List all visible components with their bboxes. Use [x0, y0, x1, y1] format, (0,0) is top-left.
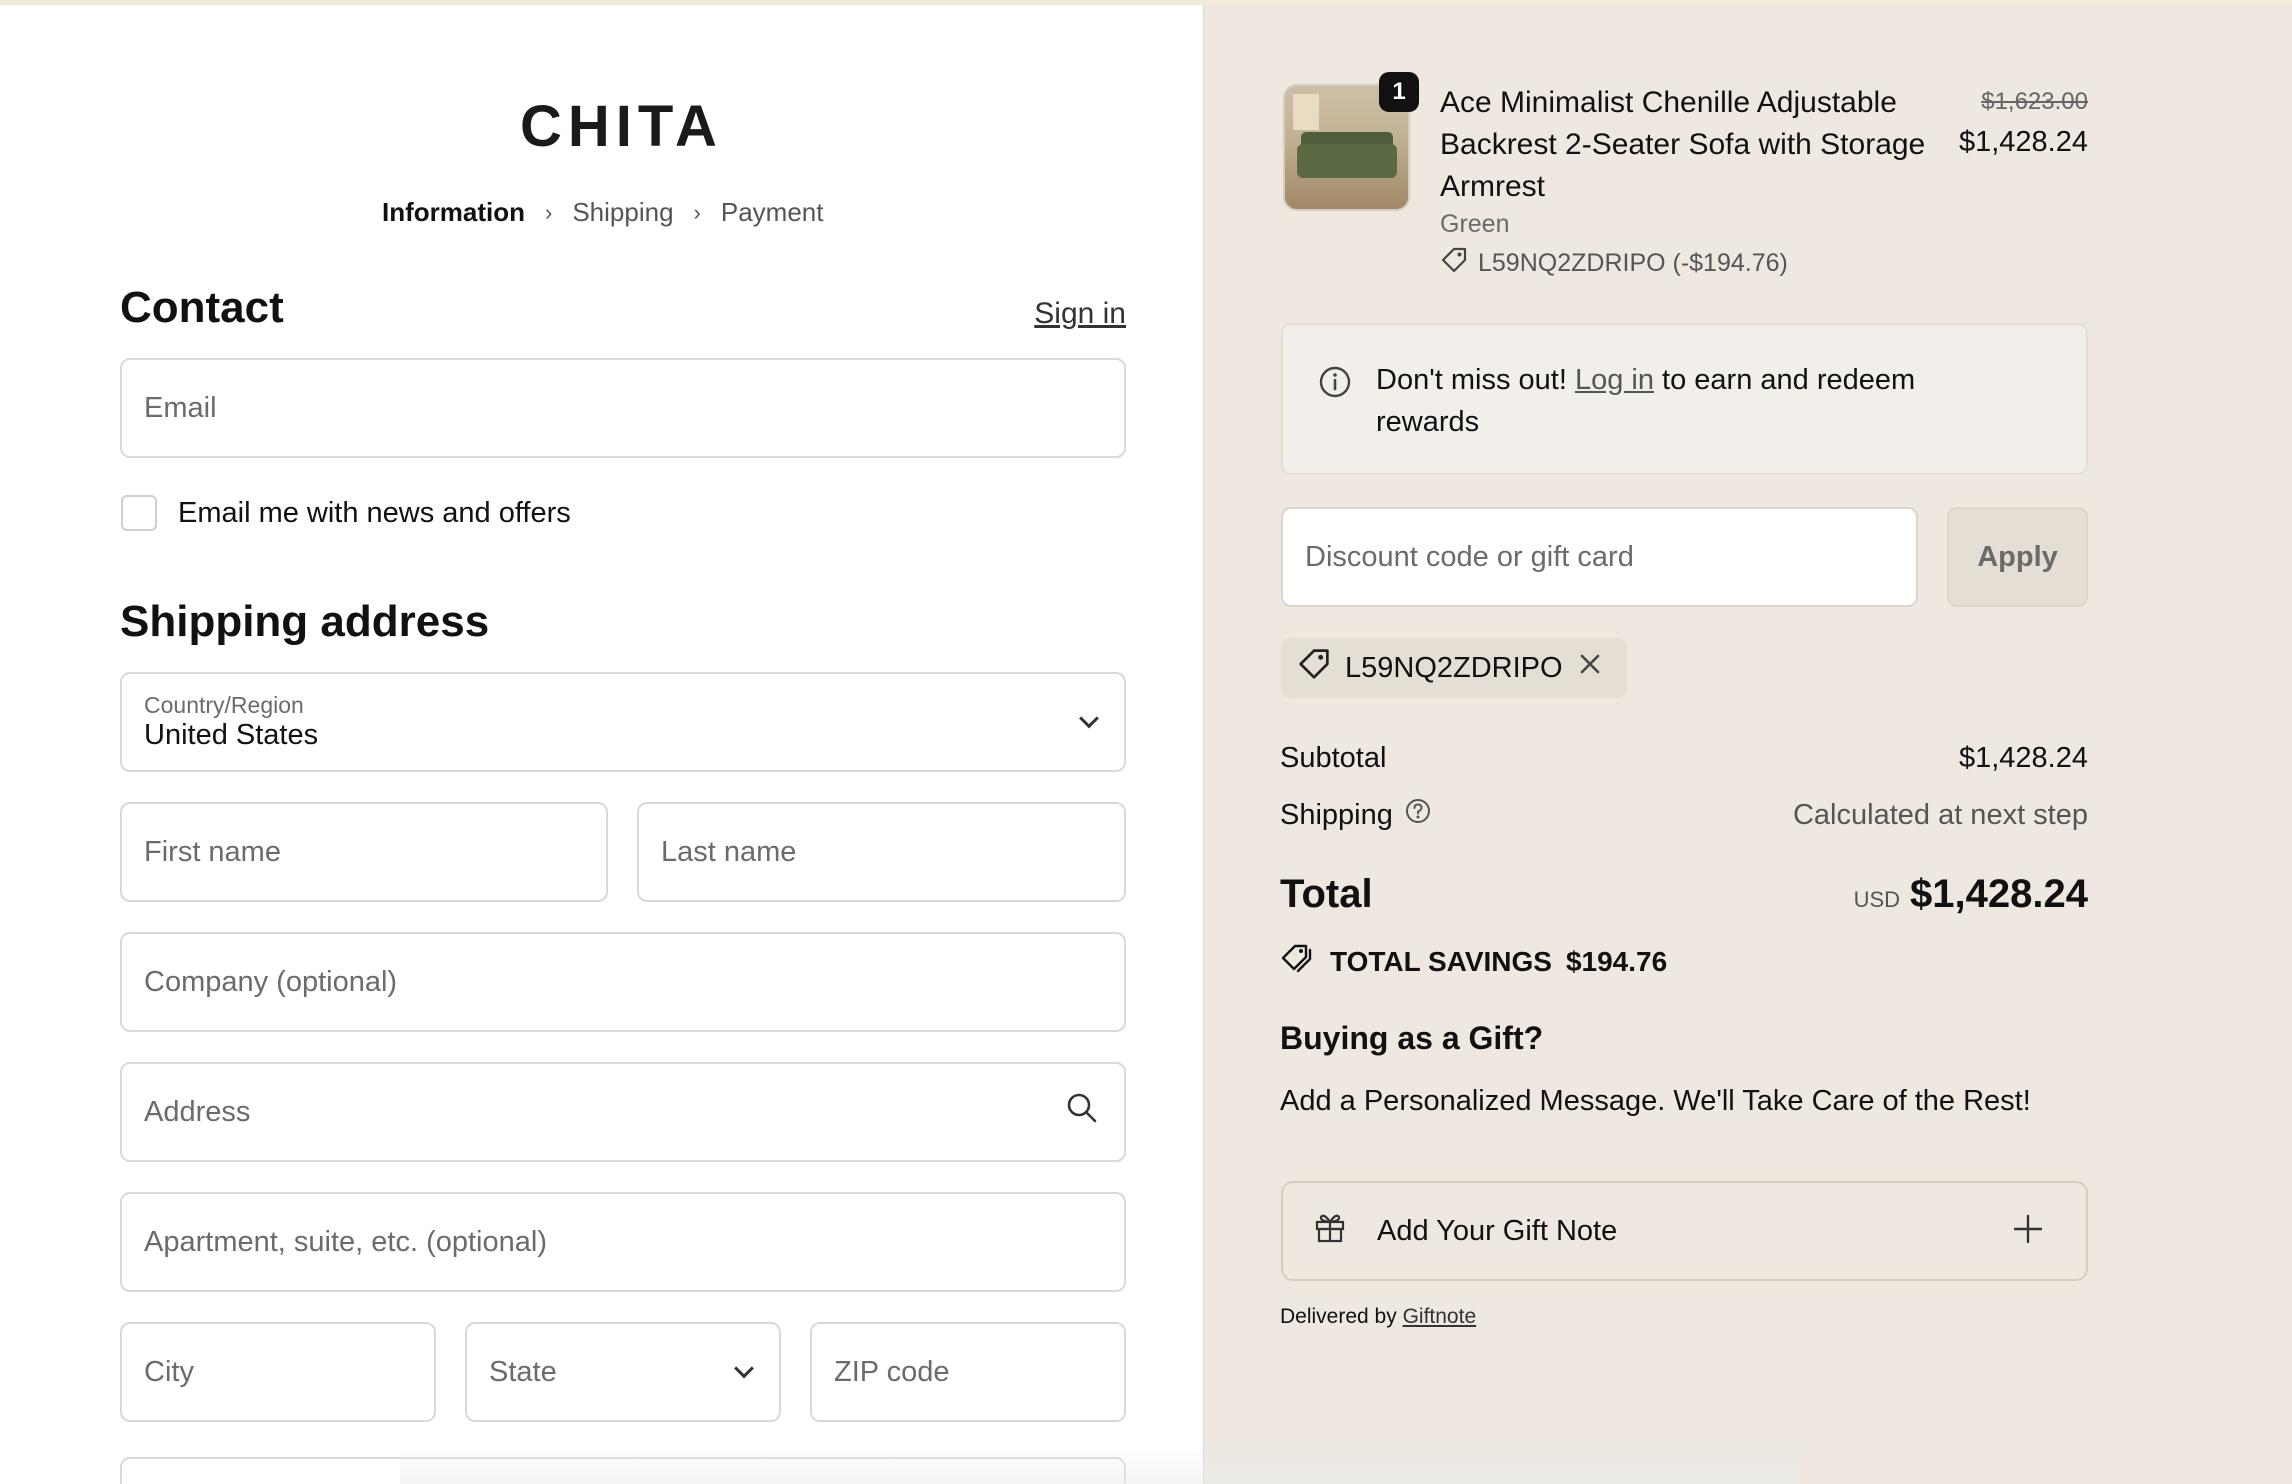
quantity-badge: 1 — [1379, 72, 1419, 112]
subtotal-row: Subtotal $1,428.24 — [1280, 742, 2088, 775]
add-gift-note-button[interactable]: Add Your Gift Note — [1281, 1181, 2088, 1281]
rewards-text: Don't miss out! Log in to earn and redee… — [1376, 359, 2016, 443]
help-icon[interactable] — [1405, 798, 1431, 832]
sign-in-link[interactable]: Sign in — [1034, 297, 1126, 331]
rewards-login-link[interactable]: Log in — [1575, 364, 1654, 396]
shipping-address-heading: Shipping address — [120, 597, 490, 646]
last-name-placeholder: Last name — [661, 835, 797, 868]
discount-code-input[interactable]: Discount code or gift card — [1281, 507, 1918, 607]
address-field[interactable]: Address — [120, 1062, 1126, 1162]
apply-button[interactable]: Apply — [1947, 507, 2088, 607]
total-row: Total USD $1,428.24 — [1280, 872, 2088, 917]
shipping-value: Calculated at next step — [1792, 798, 2088, 831]
address-placeholder: Address — [144, 1095, 251, 1128]
city-field[interactable]: City — [120, 1322, 436, 1422]
phone-field-partial[interactable] — [120, 1457, 1126, 1484]
tag-icon — [1440, 246, 1468, 281]
price-current: $1,428.24 — [1958, 126, 2088, 158]
rewards-prefix: Don't miss out! — [1376, 364, 1567, 396]
state-placeholder: State — [489, 1355, 557, 1388]
savings-value: $194.76 — [1565, 945, 1668, 977]
applied-discount-chip: L59NQ2ZDRIPO — [1281, 638, 1627, 698]
savings-label: TOTAL SAVINGS — [1330, 945, 1552, 977]
newsletter-checkbox[interactable] — [121, 495, 157, 531]
search-icon[interactable] — [1066, 1092, 1098, 1132]
brand-logo[interactable]: CHITA — [520, 93, 720, 160]
rewards-banner: Don't miss out! Log in to earn and redee… — [1281, 323, 2088, 475]
country-label: Country/Region — [144, 692, 304, 718]
product-variant: Green — [1440, 210, 1510, 238]
thumbnail-window — [1293, 94, 1319, 130]
first-name-field[interactable]: First name — [120, 802, 608, 902]
chevron-down-icon — [734, 1358, 754, 1379]
info-icon — [1318, 365, 1352, 404]
applied-discount-code: L59NQ2ZDRIPO — [1345, 651, 1563, 684]
breadcrumb-shipping[interactable]: Shipping — [572, 197, 673, 228]
contact-heading: Contact — [120, 283, 284, 332]
state-select[interactable]: State — [465, 1322, 781, 1422]
country-select[interactable]: Country/Region United States — [120, 672, 1126, 772]
breadcrumb-payment[interactable]: Payment — [721, 197, 824, 228]
email-placeholder: Email — [144, 391, 217, 424]
product-discount-line: L59NQ2ZDRIPO (-$194.76) — [1440, 246, 1788, 281]
zip-placeholder: ZIP code — [834, 1355, 950, 1388]
shipping-row: Shipping Calculated at next step — [1280, 798, 2088, 832]
city-placeholder: City — [144, 1355, 194, 1388]
breadcrumb-information: Information — [382, 197, 525, 227]
chevron-right-icon: › — [545, 199, 553, 225]
thumbnail-sofa — [1297, 144, 1397, 178]
price-original: $1,623.00 — [1981, 88, 2088, 115]
total-savings: TOTAL SAVINGS $194.76 — [1280, 942, 1667, 981]
gift-description: Add a Personalized Message. We'll Take C… — [1280, 1085, 2031, 1117]
company-placeholder: Company (optional) — [144, 965, 398, 998]
product-discount-text: L59NQ2ZDRIPO (-$194.76) — [1478, 249, 1788, 277]
gift-button-label: Add Your Gift Note — [1377, 1214, 1618, 1247]
total-value-group: USD $1,428.24 — [1854, 872, 2088, 917]
apartment-field[interactable]: Apartment, suite, etc. (optional) — [120, 1192, 1126, 1292]
first-name-placeholder: First name — [144, 835, 281, 868]
country-value: United States — [144, 719, 319, 751]
tag-icon — [1297, 647, 1331, 689]
close-icon[interactable] — [1577, 651, 1603, 685]
giftnote-link[interactable]: Giftnote — [1403, 1305, 1477, 1328]
apartment-placeholder: Apartment, suite, etc. (optional) — [144, 1225, 547, 1258]
delivered-prefix: Delivered by — [1280, 1305, 1397, 1328]
company-field[interactable]: Company (optional) — [120, 932, 1126, 1032]
total-label: Total — [1280, 872, 1373, 916]
shipping-label: Shipping — [1280, 798, 1393, 831]
delivered-by: Delivered by Giftnote — [1280, 1305, 1476, 1329]
plus-icon — [2012, 1207, 2044, 1255]
checkout-form-panel: CHITA Information › Shipping › Payment C… — [0, 5, 1203, 1484]
tags-icon — [1280, 942, 1316, 981]
product-name: Ace Minimalist Chenille Adjustable Backr… — [1440, 86, 1926, 203]
zip-field[interactable]: ZIP code — [810, 1322, 1126, 1422]
subtotal-value: $1,428.24 — [1958, 742, 2088, 774]
currency-code: USD — [1853, 887, 1901, 912]
chevron-right-icon: › — [693, 199, 701, 225]
shipping-label-group: Shipping — [1280, 798, 1431, 832]
total-value: $1,428.24 — [1910, 872, 2088, 916]
chevron-down-icon — [1079, 708, 1099, 729]
discount-placeholder: Discount code or gift card — [1305, 540, 1634, 573]
newsletter-label[interactable]: Email me with news and offers — [178, 497, 571, 530]
gift-heading: Buying as a Gift? — [1280, 1020, 1544, 1056]
email-field[interactable]: Email — [120, 358, 1126, 458]
gift-icon — [1313, 1210, 1347, 1252]
subtotal-label: Subtotal — [1280, 742, 1387, 774]
last-name-field[interactable]: Last name — [637, 802, 1126, 902]
breadcrumb: Information › Shipping › Payment — [382, 197, 823, 228]
